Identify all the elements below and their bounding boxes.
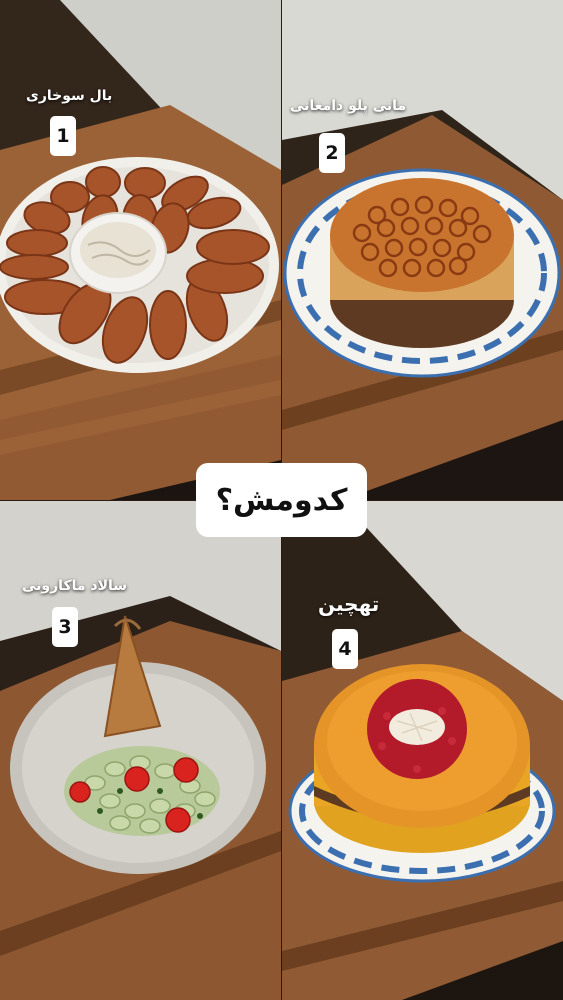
dish-3-photo: سالاد ماکارونی 3 [0,501,281,1000]
dish-2-name: مانی پلو دامغانی [290,98,407,114]
dish-2-photo: مانی پلو دامغانی 2 [282,0,563,500]
dish-3-number-badge: 3 [52,607,78,647]
dish-4-number-badge: 4 [332,629,358,669]
dish-1-number-badge: 1 [50,116,76,156]
fried-wings-image [0,0,281,500]
dish-4-name: تهچین [318,592,380,616]
mani-polo-image [282,0,563,500]
question-title: کدومش؟ [196,463,367,537]
dish-1-name: بال سوخاری [26,88,113,104]
dish-1-photo: بال سوخاری 1 [0,0,281,500]
pasta-salad-image [0,501,281,1000]
tahchin-image [282,501,563,1000]
dish-3-name: سالاد ماکارونی [22,578,128,594]
dish-2-number-badge: 2 [319,133,345,173]
dish-4-photo: تهچین 4 [282,501,563,1000]
